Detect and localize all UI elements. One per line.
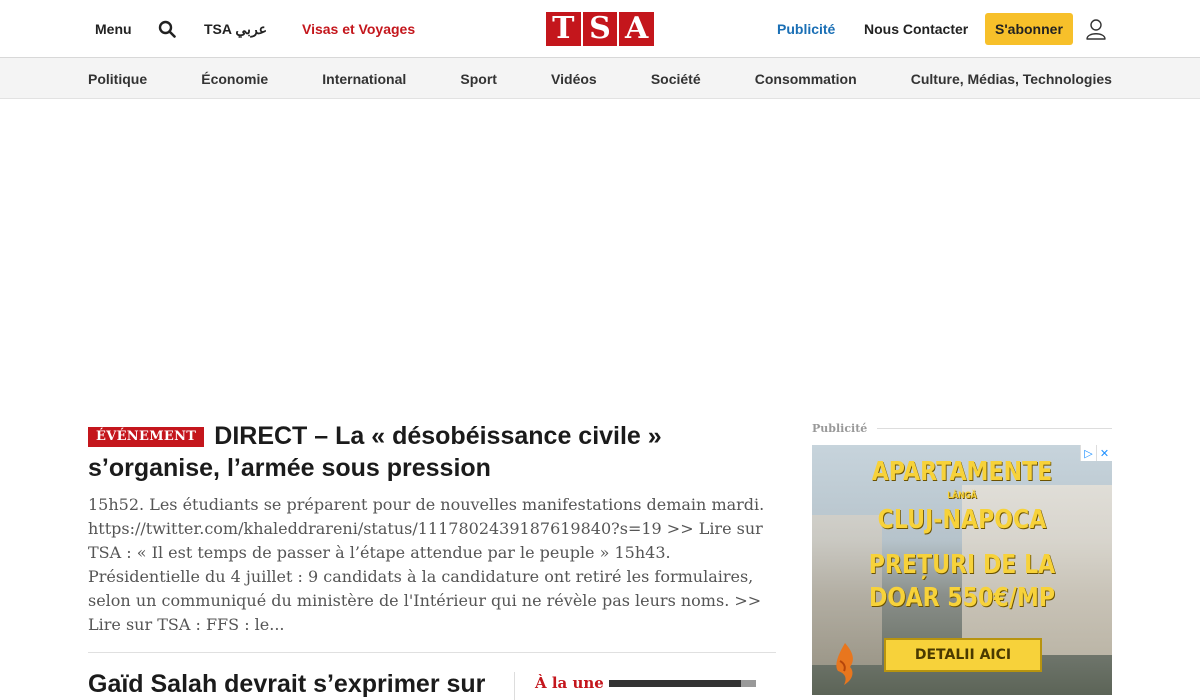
search-button[interactable] [156,0,178,58]
nav-item-sport[interactable]: Sport [460,71,497,87]
tsa-arabic-link[interactable]: TSA عربي [204,0,267,58]
contact-link[interactable]: Nous Contacter [864,0,968,58]
nav-item-videos[interactable]: Vidéos [551,71,597,87]
a-la-une-panel: À la une [514,672,776,700]
ad-price: DOAR 550€/MP [868,583,1056,613]
user-icon [1086,19,1106,40]
ad-close-icon[interactable]: ✕ [1096,445,1112,461]
top-header: Menu TSA عربي Visas et Voyages T S A Pub… [0,0,1200,58]
ad-label-line [877,427,1112,429]
bird-logo-icon [836,643,853,685]
logo-letter: A [619,12,655,46]
a-la-une-label: À la une [535,674,604,692]
nav-item-societe[interactable]: Société [651,71,701,87]
second-article-title[interactable]: Gaïd Salah devrait s’exprimer sur [88,668,498,700]
event-badge: ÉVÉNEMENT [88,427,205,447]
lead-title[interactable]: ÉVÉNEMENT DIRECT – La « désobéissance civ… [88,420,776,484]
ad-city: CLUJ-NAPOCA [877,505,1047,535]
ad-label-row: Publicité [812,420,1112,436]
logo-letter: S [582,12,618,46]
lead-article: ÉVÉNEMENT DIRECT – La « désobéissance civ… [88,420,776,637]
tsa-logo[interactable]: T S A [546,12,655,46]
nav-item-economie[interactable]: Économie [201,71,268,87]
account-button[interactable] [1085,18,1107,40]
ad-label: Publicité [812,421,868,435]
publicite-link[interactable]: Publicité [777,0,835,58]
section-nav: Politique Économie International Sport V… [0,58,1200,99]
sidebar-ad[interactable]: APARTAMENTE LÂNGĂ CLUJ-NAPOCA PREȚURI DE… [812,445,1112,695]
visas-voyages-link[interactable]: Visas et Voyages [302,0,415,58]
ad-headline: APARTAMENTE [871,457,1053,487]
ad-cta-button[interactable]: DETALII AICI [884,638,1042,672]
a-la-une-progress-fill [741,680,756,687]
ad-price-label: PREȚURI DE LA [868,550,1056,580]
search-icon [158,20,176,38]
menu-button[interactable]: Menu [95,0,132,58]
logo-letter: T [546,12,581,46]
divider [88,652,776,653]
nav-item-culture[interactable]: Culture, Médias, Technologies [911,71,1112,87]
ad-choices: ▷ ✕ [1080,445,1112,461]
subscribe-button[interactable]: S'abonner [985,13,1073,45]
ad-info-icon[interactable]: ▷ [1080,445,1096,461]
ad-subline: LÂNGĂ [947,491,977,501]
lead-excerpt: 15h52. Les étudiants se préparent pour d… [88,495,765,634]
nav-item-international[interactable]: International [322,71,406,87]
a-la-une-progress [609,680,756,687]
nav-item-consommation[interactable]: Consommation [755,71,857,87]
nav-item-politique[interactable]: Politique [88,71,147,87]
